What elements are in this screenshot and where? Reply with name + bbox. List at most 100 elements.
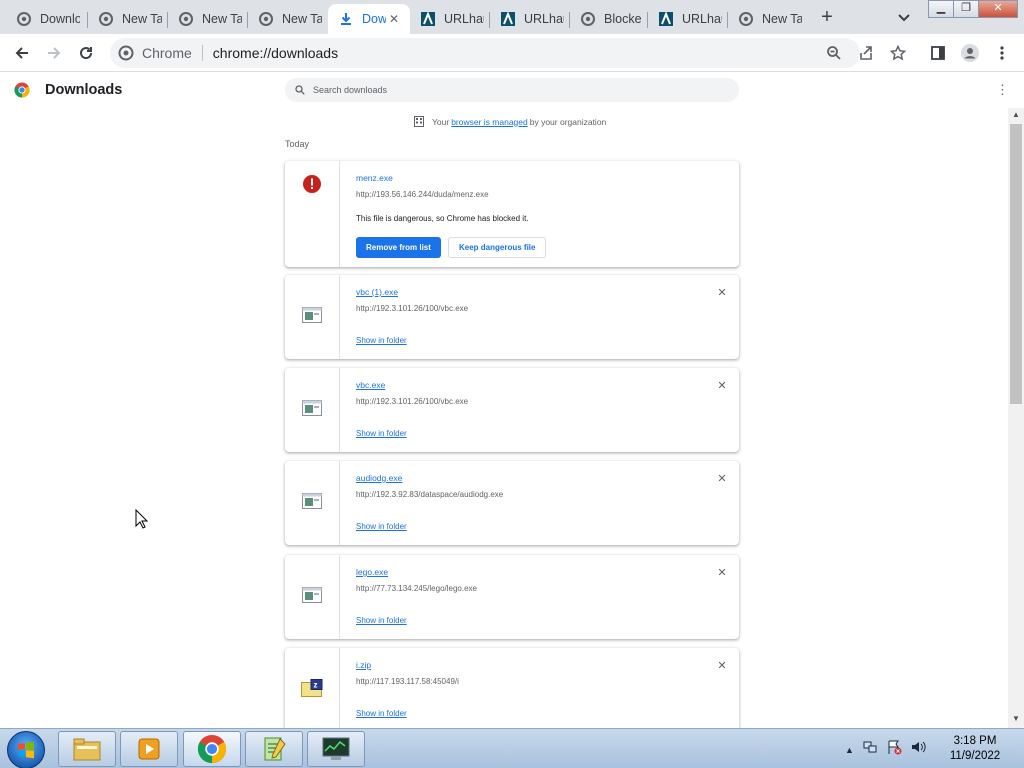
remove-item-icon[interactable]: ✕ bbox=[716, 567, 728, 579]
remove-from-list-button[interactable]: Remove from list bbox=[356, 237, 441, 258]
file-url[interactable]: http://192.3.101.26/100/vbc.exe bbox=[356, 397, 468, 406]
taskbar-clock[interactable]: 3:18 PM 11/9/2022 bbox=[935, 734, 1015, 764]
tab-new-tab-4[interactable]: New Ta bbox=[728, 4, 806, 34]
show-in-folder-link[interactable]: Show in folder bbox=[356, 616, 407, 625]
tab-new-tab-1[interactable]: New Ta bbox=[88, 4, 168, 34]
file-url[interactable]: http://77.73.134.245/lego/lego.exe bbox=[356, 584, 477, 593]
chrome-page-icon bbox=[16, 11, 32, 27]
page-scrollbar[interactable]: ▲ ▼ bbox=[1008, 108, 1024, 728]
download-item-lego: lego.exe http://77.73.134.245/lego/lego.… bbox=[285, 555, 739, 639]
tab-strip: Downlo New Ta New Ta New Ta Dow ✕ URLha u… bbox=[0, 0, 1024, 34]
omnibox-site: Chrome bbox=[142, 45, 203, 61]
urlhaus-icon bbox=[420, 11, 436, 27]
action-center-flag-icon[interactable] bbox=[886, 739, 902, 760]
file-name-link[interactable]: vbc.exe bbox=[356, 380, 385, 390]
show-in-folder-link[interactable]: Show in folder bbox=[356, 709, 407, 718]
tab-label: URLhau bbox=[524, 12, 564, 26]
volume-icon[interactable] bbox=[910, 739, 926, 760]
remove-item-icon[interactable]: ✕ bbox=[716, 473, 728, 485]
scrollbar-thumb[interactable] bbox=[1010, 124, 1022, 404]
clock-date: 11/9/2022 bbox=[949, 750, 1001, 762]
file-name-link[interactable]: lego.exe bbox=[356, 567, 388, 577]
windows-taskbar: ▲ 3:18 PM 11/9/2022 bbox=[0, 728, 1024, 768]
maximize-button[interactable]: ❐ bbox=[953, 0, 979, 18]
managed-suffix: by your organization bbox=[529, 116, 607, 127]
tab-label: URLhau bbox=[682, 12, 722, 26]
tab-label: New Ta bbox=[282, 12, 322, 26]
show-hidden-icons-icon[interactable]: ▲ bbox=[845, 745, 854, 755]
bookmark-star-icon[interactable] bbox=[888, 43, 908, 63]
taskbar-task-manager[interactable] bbox=[307, 731, 365, 767]
file-url[interactable]: http://192.3.92.83/dataspace/audiodg.exe bbox=[356, 490, 503, 499]
minimize-button[interactable]: ▁ bbox=[928, 0, 954, 18]
taskbar-media-player[interactable] bbox=[120, 731, 178, 767]
start-button[interactable] bbox=[7, 731, 45, 768]
tab-urlhaus-3[interactable]: URLhau bbox=[648, 4, 728, 34]
download-icon bbox=[338, 11, 354, 27]
forward-button[interactable] bbox=[44, 43, 64, 63]
share-icon[interactable] bbox=[856, 43, 876, 63]
download-item-i-zip: z i.zip http://117.193.117.58:45049/i Sh… bbox=[285, 648, 739, 732]
taskbar-notepad[interactable] bbox=[245, 731, 303, 767]
exe-file-icon bbox=[302, 492, 322, 514]
search-icon bbox=[295, 85, 305, 95]
show-in-folder-link[interactable]: Show in folder bbox=[356, 522, 407, 531]
close-window-button[interactable]: ✕ bbox=[978, 0, 1018, 18]
show-in-folder-link[interactable]: Show in folder bbox=[356, 336, 407, 345]
remove-item-icon[interactable]: ✕ bbox=[716, 660, 728, 672]
download-icon-column bbox=[285, 461, 340, 545]
file-name-link[interactable]: vbc (1).exe bbox=[356, 287, 398, 297]
tab-urlhaus-1[interactable]: URLhau bbox=[410, 4, 490, 34]
zoom-icon[interactable] bbox=[824, 43, 844, 63]
file-url[interactable]: http://117.193.117.58:45049/i bbox=[356, 677, 459, 686]
reload-button[interactable] bbox=[76, 43, 96, 63]
scroll-down-arrow-icon[interactable]: ▼ bbox=[1008, 712, 1024, 726]
search-downloads-bar[interactable] bbox=[285, 78, 739, 102]
page-title: Downloads bbox=[45, 82, 123, 98]
tab-label: Dow bbox=[362, 12, 386, 26]
download-icon-column bbox=[285, 555, 340, 639]
search-input[interactable] bbox=[313, 85, 713, 95]
tab-urlhaus-2[interactable]: URLhau bbox=[490, 4, 570, 34]
urlhaus-icon bbox=[658, 11, 674, 27]
side-panel-icon[interactable] bbox=[928, 43, 948, 63]
network-icon[interactable] bbox=[862, 739, 878, 760]
file-url[interactable]: http://192.3.101.26/100/vbc.exe bbox=[356, 304, 468, 313]
tab-downloads-active[interactable]: Dow ✕ bbox=[328, 4, 410, 34]
media-player-icon bbox=[138, 738, 160, 760]
exe-file-icon bbox=[302, 306, 322, 328]
chrome-icon bbox=[118, 45, 134, 64]
remove-item-icon[interactable]: ✕ bbox=[716, 380, 728, 392]
tab-blocked[interactable]: Blocke bbox=[570, 4, 648, 34]
file-name-link[interactable]: audiodg.exe bbox=[356, 473, 402, 483]
remove-item-icon[interactable]: ✕ bbox=[716, 287, 728, 299]
download-icon-column: z bbox=[285, 648, 340, 732]
managed-notice: Your browser is managed by your organiza… bbox=[414, 116, 606, 127]
file-url[interactable]: http://193.56.146.244/duda/menz.exe bbox=[356, 190, 489, 199]
more-actions-icon[interactable]: ⋮ bbox=[996, 82, 1009, 98]
file-name-link[interactable]: i.zip bbox=[356, 660, 371, 670]
chrome-page-icon bbox=[258, 11, 274, 27]
chrome-menu-icon[interactable] bbox=[992, 43, 1012, 63]
taskbar-explorer[interactable] bbox=[58, 731, 116, 767]
show-in-folder-link[interactable]: Show in folder bbox=[356, 429, 407, 438]
tab-new-tab-3[interactable]: New Ta bbox=[248, 4, 328, 34]
scroll-up-arrow-icon[interactable]: ▲ bbox=[1008, 108, 1024, 122]
back-button[interactable] bbox=[12, 43, 32, 63]
tab-new-tab-2[interactable]: New Ta bbox=[168, 4, 248, 34]
taskbar-chrome[interactable] bbox=[183, 731, 241, 767]
download-item-vbc: vbc.exe http://192.3.101.26/100/vbc.exe … bbox=[285, 368, 739, 452]
new-tab-button[interactable]: + bbox=[816, 6, 838, 28]
browser-managed-link[interactable]: browser is managed bbox=[451, 117, 528, 127]
close-tab-icon[interactable]: ✕ bbox=[386, 11, 402, 27]
chevron-down-icon[interactable] bbox=[896, 9, 912, 25]
folder-icon bbox=[73, 738, 101, 761]
profile-avatar-icon[interactable] bbox=[960, 43, 980, 63]
address-bar[interactable]: Chrome chrome://downloads bbox=[110, 38, 860, 68]
download-icon-column bbox=[285, 161, 340, 267]
danger-description: This file is dangerous, so Chrome has bl… bbox=[356, 214, 529, 223]
notepad-icon bbox=[264, 737, 286, 761]
tab-downloads-1[interactable]: Downlo bbox=[6, 4, 88, 34]
keep-dangerous-file-button[interactable]: Keep dangerous file bbox=[448, 237, 547, 258]
chrome-logo-icon bbox=[14, 82, 30, 103]
